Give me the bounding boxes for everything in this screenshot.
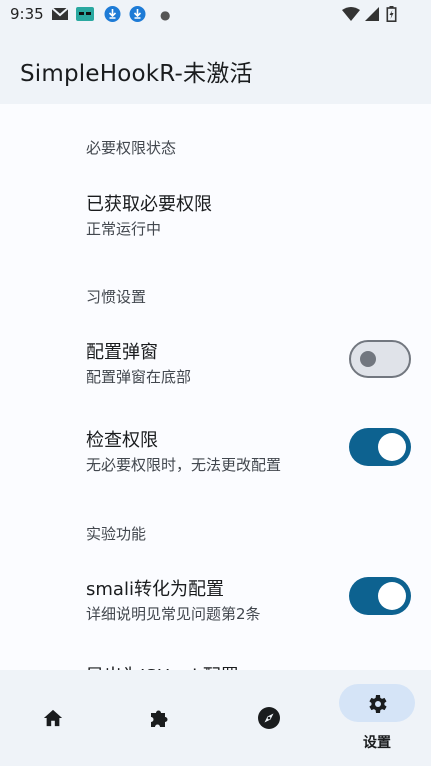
check-permission-switch[interactable] [349,428,411,466]
section-header-experimental: 实验功能 [86,525,147,543]
app-bar: SimpleHookR-未激活 [0,30,431,104]
app-title: SimpleHookR-未激活 [20,61,253,87]
wifi-icon [342,7,360,21]
section-header-permission: 必要权限状态 [86,139,177,157]
status-time: 9:35 [10,5,44,23]
pref-summary: 配置弹窗在底部 [86,368,192,386]
settings-list[interactable]: 必要权限状态 已获取必要权限 正常运行中 习惯设置 配置弹窗 配置弹窗在底部 检… [0,104,431,670]
pref-summary: 无必要权限时，无法更改配置 [86,456,282,474]
signal-icon [365,7,379,21]
pref-permission-status[interactable]: 已获取必要权限 正常运行中 [0,190,431,250]
download-icon [129,6,146,22]
battery-icon [386,6,397,22]
section-header-habits: 习惯设置 [86,288,147,306]
pref-title: 检查权限 [86,430,158,451]
smali-convert-switch[interactable] [349,577,411,615]
compass-icon [258,707,280,729]
pref-summary: 详细说明见常见问题第2条 [86,605,261,623]
home-icon [43,709,63,727]
switch-thumb [360,351,376,367]
pref-title: 导出为JSHook配置 [86,662,239,670]
switch-thumb [378,582,406,610]
config-popup-switch[interactable] [349,340,411,378]
pref-title: 已获取必要权限 [86,194,212,215]
nav-item-home[interactable] [0,670,107,766]
nav-item-explore[interactable] [214,670,321,766]
pref-summary: 正常运行中 [86,220,162,238]
download-icon [104,6,121,22]
notification-dot-icon: ● [160,8,171,22]
pref-export-jshook[interactable]: 导出为JSHook配置 [0,662,431,670]
nav-label-settings: 设置 [363,735,391,751]
extension-icon [151,710,168,727]
settings-screen: 9:35 ● SimpleHookR-未激活 必要权限状态 已获取必要权限 正常… [0,0,431,766]
gmail-icon [51,7,69,20]
nav-item-settings[interactable] [339,684,415,722]
nav-item-modules[interactable] [107,670,214,766]
bottom-navigation: 设置 [0,670,431,766]
pref-title: smali转化为配置 [86,579,224,600]
status-bar: 9:35 ● [0,0,431,30]
switch-thumb [378,433,406,461]
settings-icon [369,695,387,713]
app-icon [76,7,94,21]
pref-title: 配置弹窗 [86,342,158,363]
